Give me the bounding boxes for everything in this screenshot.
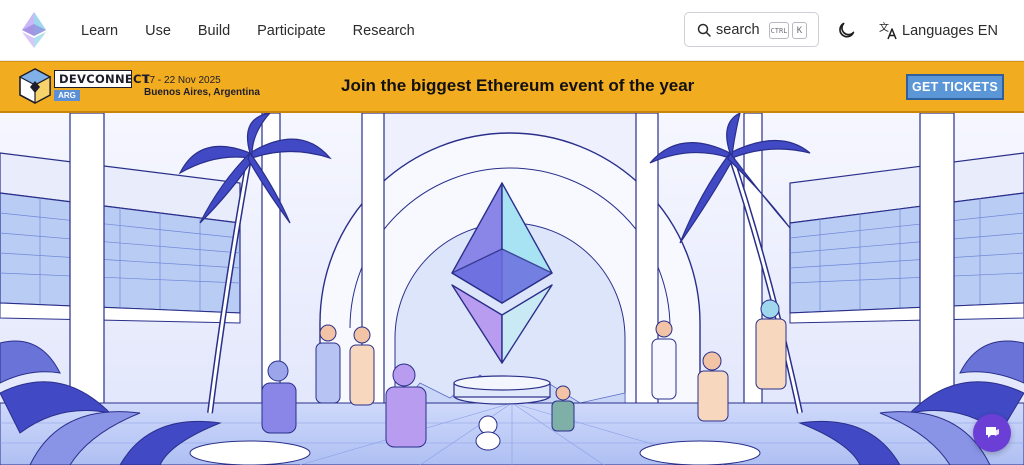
event-date: 17 - 22 Nov 2025 — [144, 75, 221, 86]
devconnect-wordmark: DEVCONNECT — [54, 70, 150, 88]
nav-link-research[interactable]: Research — [353, 23, 415, 39]
feedback-button[interactable] — [973, 414, 1011, 452]
language-label: Languages EN — [902, 22, 998, 39]
top-navigation: Learn Use Build Participate Research sea… — [0, 0, 1024, 61]
left-balcony — [0, 152, 241, 324]
shortcut-k-key: K — [792, 22, 807, 39]
devconnect-cube-icon — [18, 68, 52, 104]
ethereum-hub-illustration — [0, 113, 1024, 465]
devconnect-tag: ARG — [54, 90, 80, 101]
search-label: search — [716, 21, 760, 38]
devconnect-logo: DEVCONNECT ARG — [18, 67, 150, 105]
moon-icon[interactable] — [838, 20, 858, 40]
nav-link-build[interactable]: Build — [198, 23, 230, 39]
nav-link-participate[interactable]: Participate — [257, 23, 326, 39]
event-details: 17 - 22 Nov 2025 Buenos Aires, Argentina — [144, 75, 260, 99]
nav-links: Learn Use Build Participate Research — [81, 0, 442, 61]
event-location: Buenos Aires, Argentina — [144, 87, 260, 98]
devconnect-banner[interactable]: DEVCONNECT ARG 17 - 22 Nov 2025 Buenos A… — [0, 61, 1024, 113]
search-button[interactable]: search CTRL K — [684, 12, 819, 47]
hero-illustration — [0, 113, 1024, 465]
feedback-icon — [986, 427, 999, 438]
search-icon — [697, 23, 711, 37]
nav-link-learn[interactable]: Learn — [81, 23, 118, 39]
get-tickets-button[interactable]: GET TICKETS — [906, 74, 1004, 100]
svg-text:文: 文 — [879, 21, 889, 34]
translate-icon: 文 — [879, 21, 897, 39]
language-selector[interactable]: 文 Languages EN — [878, 0, 998, 61]
right-balcony — [789, 152, 1024, 324]
ethereum-logo-icon[interactable] — [22, 12, 46, 48]
banner-headline: Join the biggest Ethereum event of the y… — [341, 76, 695, 95]
shortcut-ctrl-key: CTRL — [769, 22, 789, 39]
nav-link-use[interactable]: Use — [145, 23, 171, 39]
